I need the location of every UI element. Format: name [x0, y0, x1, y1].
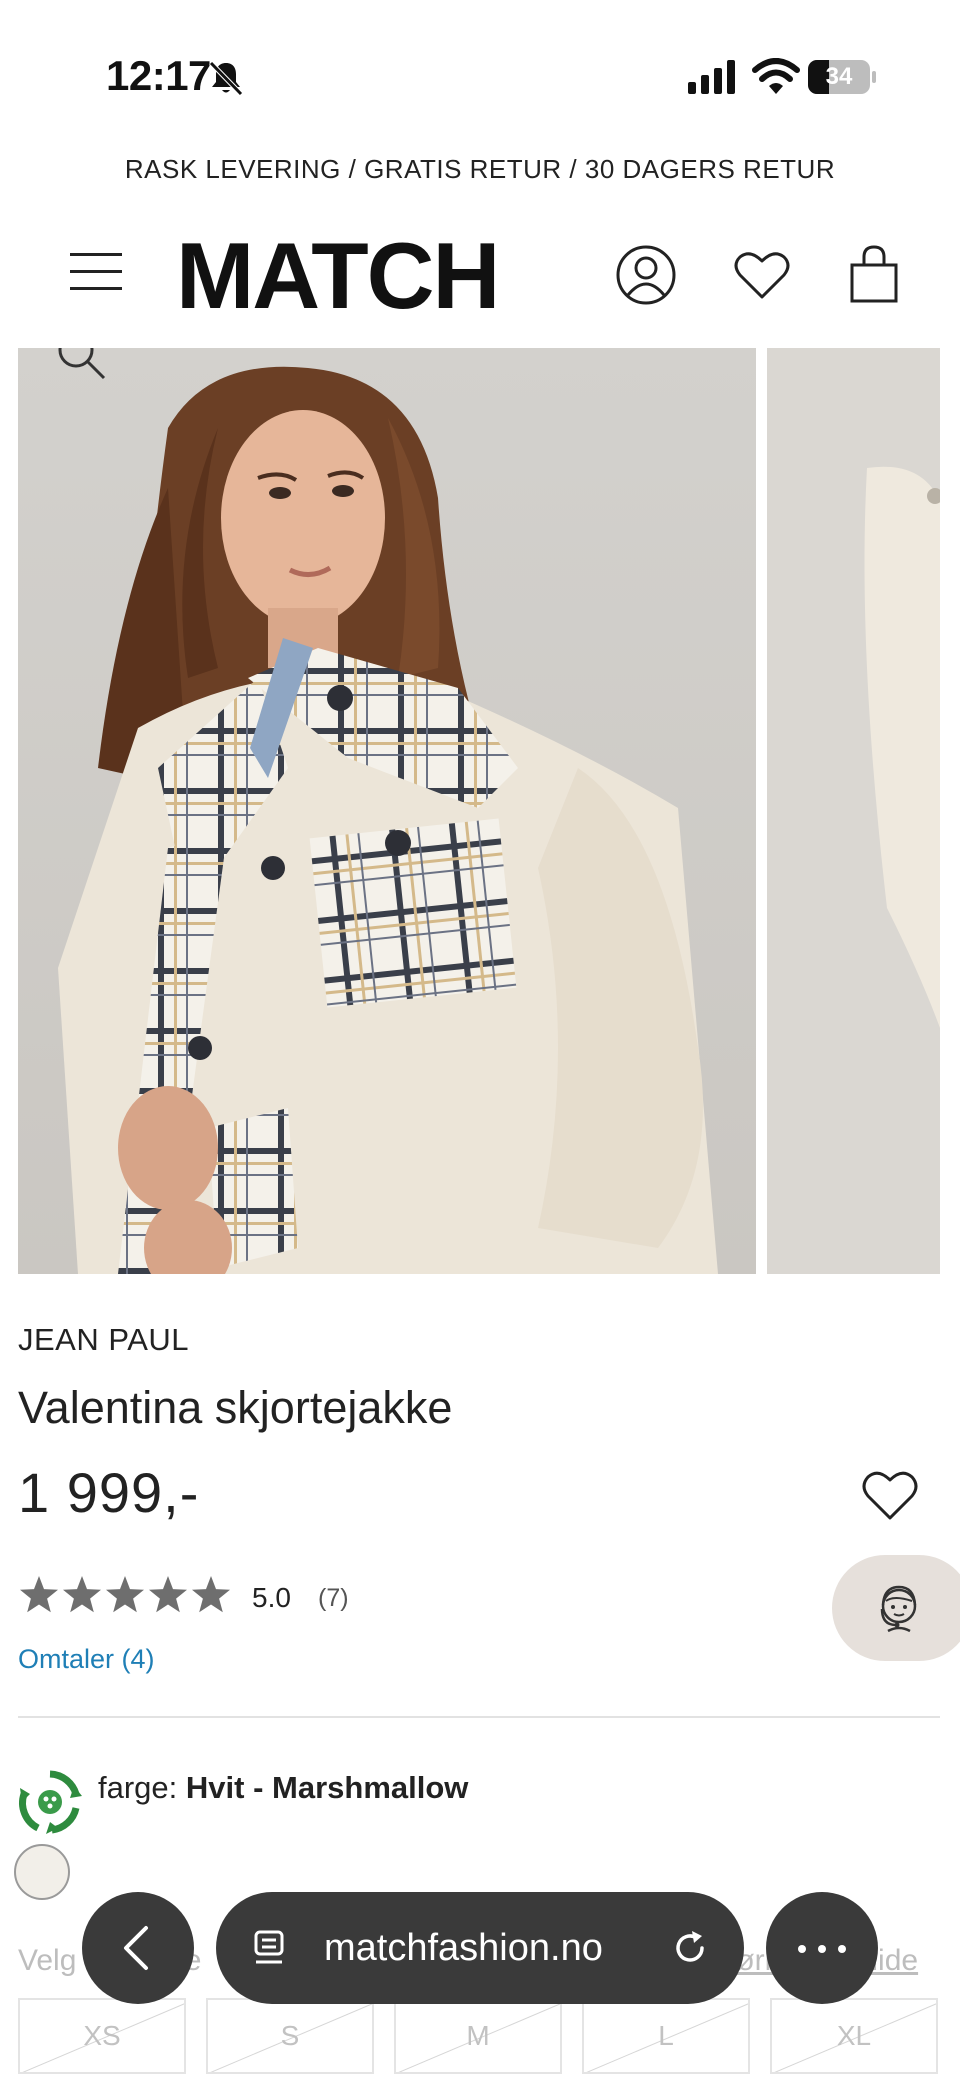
color-label: farge:: [98, 1770, 178, 1805]
size-option-l[interactable]: L: [582, 1998, 750, 2074]
star-icon: [149, 1576, 187, 1613]
browser-more-button[interactable]: [766, 1892, 878, 2004]
section-divider: [18, 1716, 940, 1718]
jacket-back-photo: [864, 466, 940, 1029]
color-swatch-marshmallow[interactable]: [14, 1844, 70, 1900]
size-option-label: M: [466, 2020, 490, 2051]
star-icon: [192, 1576, 230, 1613]
more-icon-dot: [818, 1945, 826, 1953]
size-option-label: XL: [836, 2020, 872, 2051]
browser-address-bar[interactable]: matchfashion.no: [216, 1892, 744, 2004]
bag-icon[interactable]: [842, 243, 906, 307]
eco-recycle-icon: [19, 1770, 82, 1834]
size-option-xs[interactable]: XS: [18, 1998, 186, 2074]
product-image-next[interactable]: [767, 348, 940, 1274]
reload-icon[interactable]: [670, 1928, 710, 1968]
zoom-icon[interactable]: [52, 348, 112, 386]
rating-count: (7): [318, 1584, 349, 1612]
product-image-main[interactable]: [18, 348, 756, 1274]
size-option-s[interactable]: S: [206, 1998, 374, 2074]
rating-value: 5.0: [252, 1582, 291, 1613]
size-option-m[interactable]: M: [394, 1998, 562, 2074]
back-icon: [124, 1926, 148, 1970]
menu-button[interactable]: [70, 247, 126, 293]
more-icon-dot: [838, 1945, 846, 1953]
wifi-icon: [752, 58, 800, 94]
product-gallery[interactable]: [18, 348, 940, 1274]
star-icon: [106, 1576, 144, 1613]
heart-icon[interactable]: [730, 243, 794, 307]
battery-percentage: 34: [825, 63, 853, 90]
rating-stars: [20, 1576, 230, 1613]
support-agent-icon: [880, 1585, 917, 1633]
color-selection: farge: Hvit - Marshmallow: [98, 1770, 468, 1806]
more-icon-dot: [798, 1945, 806, 1953]
product-brand[interactable]: JEAN PAUL: [18, 1322, 189, 1358]
page-icon[interactable]: [250, 1928, 290, 1968]
site-logo[interactable]: MATCH: [176, 229, 500, 323]
size-options: XS S M L XL: [18, 1998, 940, 2074]
browser-url: matchfashion.no: [324, 1927, 603, 1969]
size-option-xl[interactable]: XL: [770, 1998, 938, 2074]
promo-banner: RASK LEVERING / GRATIS RETUR / 30 DAGERS…: [124, 154, 836, 184]
color-value: Hvit - Marshmallow: [185, 1770, 469, 1805]
star-icon: [63, 1576, 101, 1613]
bell-muted-icon: [209, 61, 243, 96]
cellular-signal-icon: [688, 60, 735, 94]
wishlist-heart-icon[interactable]: [860, 1466, 920, 1522]
star-icon: [20, 1576, 58, 1613]
size-option-label: XS: [83, 2020, 121, 2051]
site-header: MATCH: [0, 225, 960, 345]
product-price: 1 999,-: [18, 1461, 200, 1524]
size-option-label: L: [658, 2020, 674, 2051]
browser-back-button[interactable]: [82, 1892, 194, 2004]
status-bar: 12:17 34: [0, 0, 960, 150]
reviews-link[interactable]: Omtaler (4): [18, 1644, 155, 1675]
battery-icon: 34: [808, 60, 876, 94]
account-icon[interactable]: [614, 243, 678, 307]
status-time: 12:17: [106, 52, 211, 99]
model-jacket-photo: [58, 366, 718, 1274]
customer-service-button[interactable]: [832, 1555, 960, 1661]
size-option-label: S: [280, 2020, 300, 2051]
product-name: Valentina skjortejakke: [18, 1382, 453, 1433]
